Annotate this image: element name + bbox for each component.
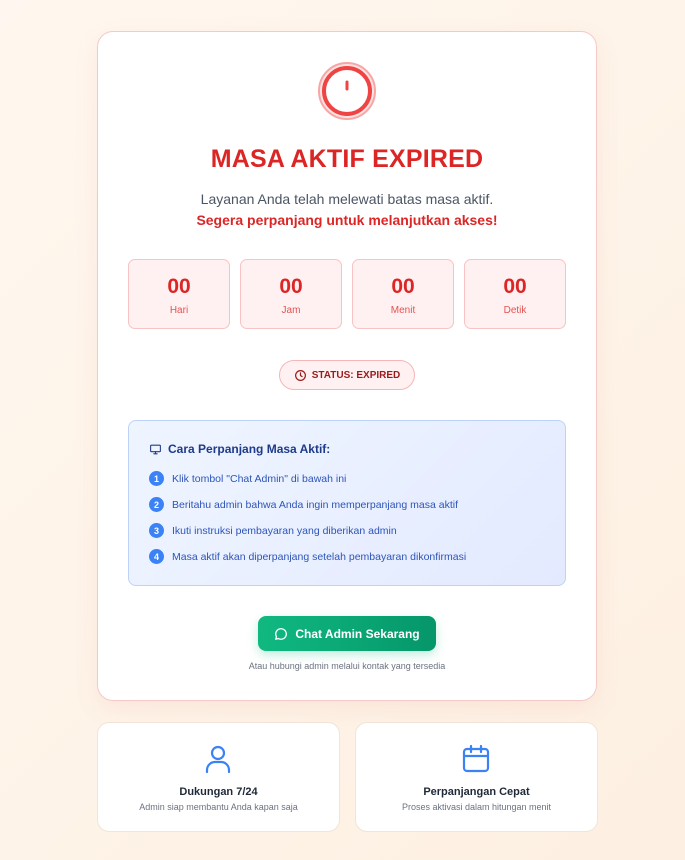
status-text: STATUS: EXPIRED <box>311 369 401 381</box>
guide-step: 4 Masa aktif akan diperpanjang setelah p… <box>149 549 466 564</box>
expired-description: Layanan Anda telah melewati batas masa a… <box>200 191 494 207</box>
guide-step: 3 Ikuti instruksi pembayaran yang diberi… <box>149 523 397 538</box>
step-number: 2 <box>149 497 164 512</box>
status-badge: STATUS: EXPIRED <box>279 360 415 390</box>
feature-description: Proses aktivasi dalam hitungan menit <box>401 802 552 812</box>
countdown-label: Hari <box>169 305 189 316</box>
step-text: Klik tombol "Chat Admin" di bawah ini <box>172 472 347 485</box>
feature-title: Dukungan 7/24 <box>179 786 258 798</box>
support-feature-card: Dukungan 7/24 Admin siap membantu Anda k… <box>97 722 340 832</box>
expired-card: MASA AKTIF EXPIRED Layanan Anda telah me… <box>97 31 597 701</box>
monitor-icon <box>150 444 161 454</box>
alternative-contact-note: Atau hubungi admin melalui kontak yang t… <box>248 661 446 671</box>
countdown-hours: 00 Jam <box>240 259 342 329</box>
renew-warning: Segera perpanjang untuk melanjutkan akse… <box>196 212 498 228</box>
step-text: Masa aktif akan diperpanjang setelah pem… <box>172 550 467 563</box>
guide-step: 2 Beritahu admin bahwa Anda ingin memper… <box>149 497 458 512</box>
countdown-value: 00 <box>167 275 191 298</box>
chat-bubble-icon <box>275 627 288 640</box>
step-number: 1 <box>149 471 164 486</box>
guide-title: Cara Perpanjang Masa Aktif: <box>168 442 331 456</box>
fast-renewal-feature-card: Perpanjangan Cepat Proses aktivasi dalam… <box>355 722 598 832</box>
countdown-label: Jam <box>281 305 301 316</box>
countdown-minutes: 00 Menit <box>352 259 454 329</box>
step-number: 4 <box>149 549 164 564</box>
calendar-icon <box>462 744 490 773</box>
step-text: Beritahu admin bahwa Anda ingin memperpa… <box>172 498 459 511</box>
chat-admin-label: Chat Admin Sekarang <box>295 626 420 641</box>
step-text: Ikuti instruksi pembayaran yang diberika… <box>172 524 397 537</box>
countdown-value: 00 <box>503 275 527 298</box>
renewal-guide: Cara Perpanjang Masa Aktif: 1 Klik tombo… <box>128 420 566 586</box>
countdown-timer: 00 Hari 00 Jam 00 Menit 00 Detik <box>128 259 566 329</box>
step-number: 3 <box>149 523 164 538</box>
alert-circle-icon <box>318 62 376 120</box>
feature-title: Perpanjangan Cepat <box>423 786 530 798</box>
countdown-value: 00 <box>279 275 303 298</box>
page-title: MASA AKTIF EXPIRED <box>210 145 484 173</box>
countdown-label: Detik <box>503 305 527 316</box>
guide-step: 1 Klik tombol "Chat Admin" di bawah ini <box>149 471 346 486</box>
countdown-seconds: 00 Detik <box>464 259 566 329</box>
feature-description: Admin siap membantu Anda kapan saja <box>139 802 298 812</box>
countdown-value: 00 <box>391 275 415 298</box>
clock-icon <box>294 369 306 381</box>
user-icon <box>205 745 231 774</box>
countdown-label: Menit <box>390 305 416 316</box>
guide-header: Cara Perpanjang Masa Aktif: <box>149 442 330 456</box>
countdown-days: 00 Hari <box>128 259 230 329</box>
chat-admin-button[interactable]: Chat Admin Sekarang <box>258 616 436 651</box>
